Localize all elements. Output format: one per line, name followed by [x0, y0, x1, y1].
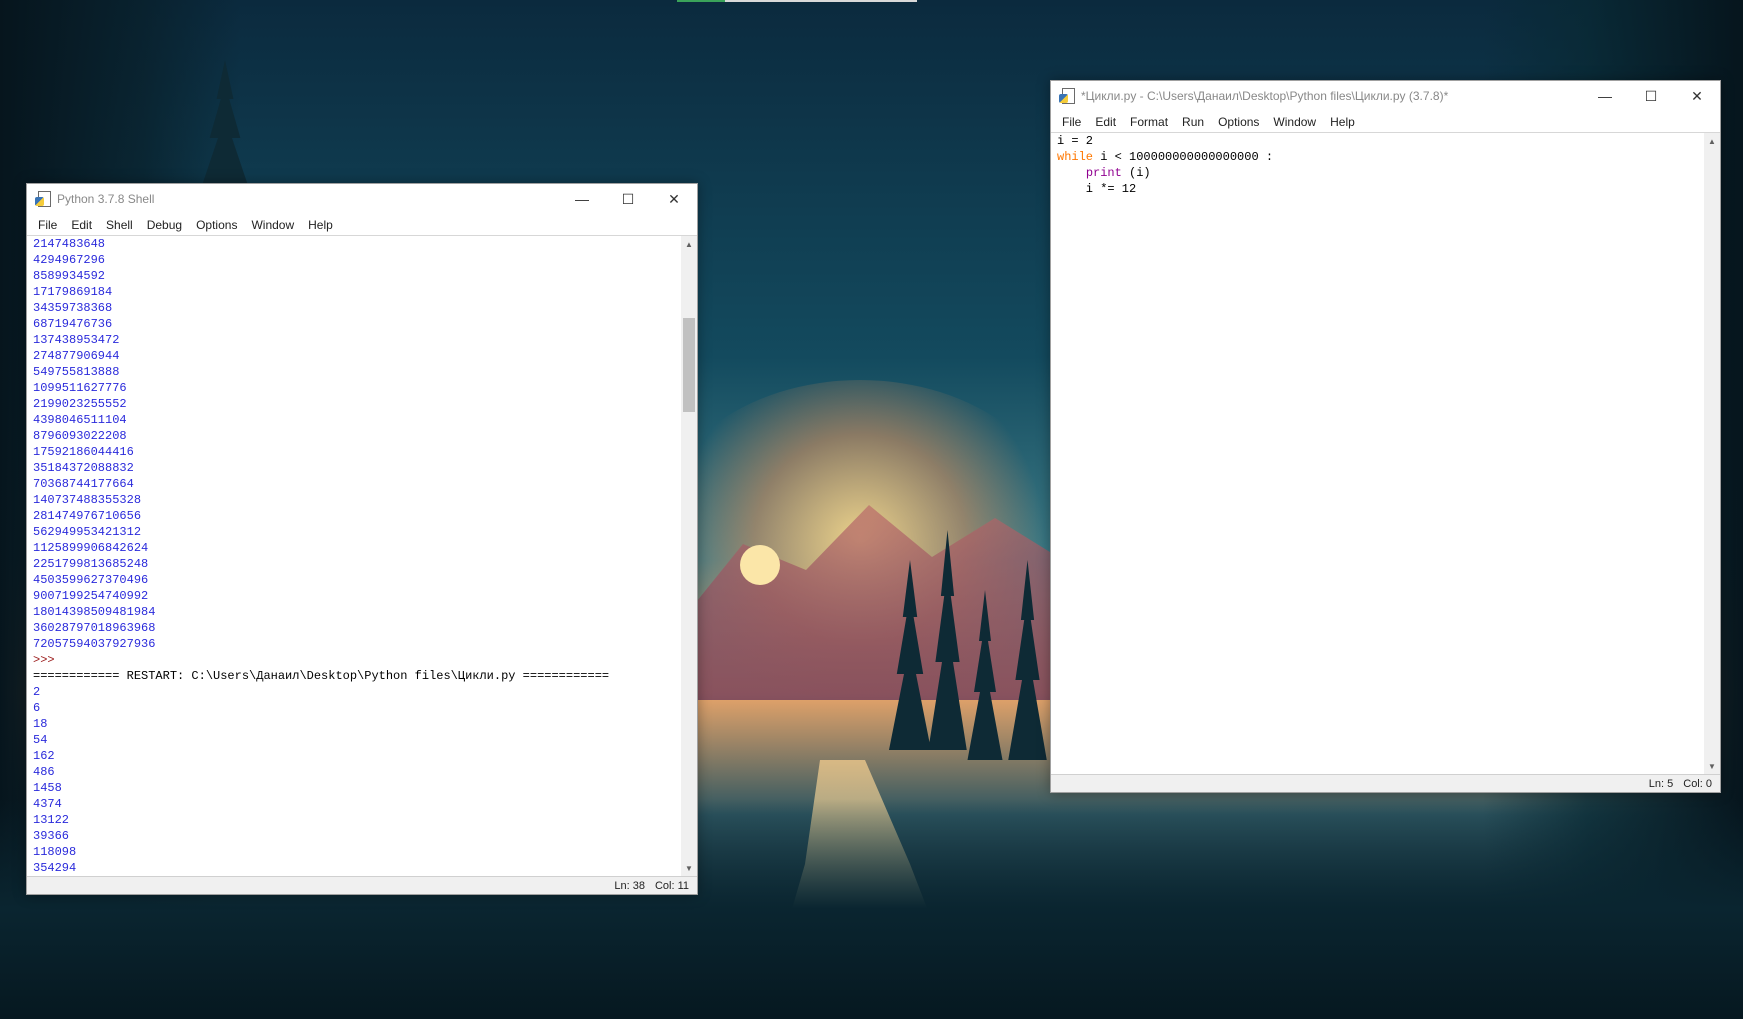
python-file-icon	[35, 191, 51, 207]
status-column: Col: 0	[1683, 777, 1712, 790]
status-column: Col: 11	[654, 879, 689, 892]
output-line: 72057594037927936	[33, 637, 156, 651]
shell-output-area[interactable]: 2147483648 4294967296 8589934592 1717986918…	[27, 236, 681, 876]
output-line: 9007199254740992	[33, 589, 149, 603]
menu-help[interactable]: Help	[301, 218, 340, 232]
editor-menubar: File Edit Format Run Options Window Help	[1051, 111, 1720, 133]
menu-help[interactable]: Help	[1323, 115, 1362, 129]
scrollbar-thumb[interactable]	[683, 318, 695, 412]
output-line: 162	[33, 749, 55, 763]
output-line: 2199023255552	[33, 397, 127, 411]
menu-shell[interactable]: Shell	[99, 218, 140, 232]
output-line: 2251799813685248	[33, 557, 149, 571]
output-line: 281474976710656	[33, 509, 142, 523]
editor-scrollbar[interactable]: ▲ ▼	[1704, 133, 1720, 774]
restart-banner: ============ RESTART: C:\Users\Данаил\De…	[33, 669, 610, 683]
shell-output-after: 2 6 18 54 162 486 1458 4374 13122 39366 118098 3542…	[27, 684, 681, 876]
output-line: 4294967296	[33, 253, 106, 267]
minimize-button[interactable]: —	[1582, 81, 1628, 111]
output-line: 118098	[33, 845, 77, 859]
taskbar-edge-accent	[677, 0, 725, 2]
menu-debug[interactable]: Debug	[140, 218, 189, 232]
status-line: Ln: 5	[1648, 777, 1674, 790]
scroll-up-icon[interactable]: ▲	[1704, 133, 1720, 149]
shell-title: Python 3.7.8 Shell	[57, 192, 155, 206]
output-line: 1125899906842624	[33, 541, 149, 555]
shell-prompt: >>>	[33, 653, 55, 667]
python-shell-window: Python 3.7.8 Shell — ☐ ✕ File Edit Shell…	[26, 183, 698, 895]
output-line: 1099511627776	[33, 381, 127, 395]
close-button[interactable]: ✕	[1674, 81, 1720, 111]
code-line: i *= 12	[1057, 182, 1137, 196]
menu-format[interactable]: Format	[1123, 115, 1175, 129]
shell-output-before: 2147483648 4294967296 8589934592 1717986918…	[27, 236, 681, 652]
output-line: 8589934592	[33, 269, 106, 283]
output-line: 4398046511104	[33, 413, 127, 427]
editor-titlebar[interactable]: *Цикли.py - C:\Users\Данаил\Desktop\Pyth…	[1051, 81, 1720, 111]
output-line: 140737488355328	[33, 493, 142, 507]
menu-file[interactable]: File	[1055, 115, 1088, 129]
output-line: 17592186044416	[33, 445, 134, 459]
code-text: (i)	[1121, 166, 1151, 180]
output-line: 562949953421312	[33, 525, 142, 539]
output-line: 18014398509481984	[33, 605, 156, 619]
output-line: 354294	[33, 861, 77, 875]
scroll-up-icon[interactable]: ▲	[681, 236, 697, 252]
output-line: 4374	[33, 797, 62, 811]
shell-menubar: File Edit Shell Debug Options Window Hel…	[27, 214, 697, 236]
shell-scrollbar[interactable]: ▲ ▼	[681, 236, 697, 876]
menu-file[interactable]: File	[31, 218, 64, 232]
scroll-down-icon[interactable]: ▼	[1704, 758, 1720, 774]
code-text: i < 100000000000000000 :	[1093, 150, 1274, 164]
output-line: 17179869184	[33, 285, 113, 299]
code-line: print (i)	[1051, 165, 1704, 181]
maximize-button[interactable]: ☐	[1628, 81, 1674, 111]
editor-statusbar: Ln: 5 Col: 0	[1051, 774, 1720, 792]
shell-statusbar: Ln: 38 Col: 11	[27, 876, 697, 894]
output-line: 18	[33, 717, 48, 731]
python-file-icon	[1059, 88, 1075, 104]
output-line: 70368744177664	[33, 477, 134, 491]
output-line: 8796093022208	[33, 429, 127, 443]
maximize-button[interactable]: ☐	[605, 184, 651, 214]
output-line: 137438953472	[33, 333, 120, 347]
output-line: 4503599627370496	[33, 573, 149, 587]
menu-window[interactable]: Window	[244, 218, 301, 232]
menu-window[interactable]: Window	[1266, 115, 1323, 129]
code-line: while i < 100000000000000000 :	[1051, 149, 1704, 165]
output-line: 2	[33, 685, 41, 699]
output-line: 486	[33, 765, 55, 779]
keyword-while: while	[1057, 150, 1094, 164]
menu-edit[interactable]: Edit	[64, 218, 99, 232]
output-line: 34359738368	[33, 301, 113, 315]
minimize-button[interactable]: —	[559, 184, 605, 214]
editor-window: *Цикли.py - C:\Users\Данаил\Desktop\Pyth…	[1050, 80, 1721, 793]
sun	[740, 545, 780, 585]
status-line: Ln: 38	[614, 879, 645, 892]
output-line: 13122	[33, 813, 70, 827]
scroll-down-icon[interactable]: ▼	[681, 860, 697, 876]
code-editor[interactable]: i = 2 while i < 100000000000000000 : pri…	[1051, 133, 1704, 774]
menu-edit[interactable]: Edit	[1088, 115, 1123, 129]
menu-options[interactable]: Options	[1211, 115, 1266, 129]
shell-titlebar[interactable]: Python 3.7.8 Shell — ☐ ✕	[27, 184, 697, 214]
output-line: 274877906944	[33, 349, 120, 363]
output-line: 1458	[33, 781, 62, 795]
editor-title: *Цикли.py - C:\Users\Данаил\Desktop\Pyth…	[1081, 89, 1449, 103]
builtin-print: print	[1085, 166, 1122, 180]
output-line: 39366	[33, 829, 70, 843]
output-line: 36028797018963968	[33, 621, 156, 635]
output-line: 6	[33, 701, 41, 715]
output-line: 35184372088832	[33, 461, 134, 475]
close-button[interactable]: ✕	[651, 184, 697, 214]
code-line: i = 2	[1057, 134, 1094, 148]
menu-options[interactable]: Options	[189, 218, 244, 232]
output-line: 68719476736	[33, 317, 113, 331]
output-line: 549755813888	[33, 365, 120, 379]
output-line: 2147483648	[33, 237, 106, 251]
output-line: 54	[33, 733, 48, 747]
menu-run[interactable]: Run	[1175, 115, 1211, 129]
